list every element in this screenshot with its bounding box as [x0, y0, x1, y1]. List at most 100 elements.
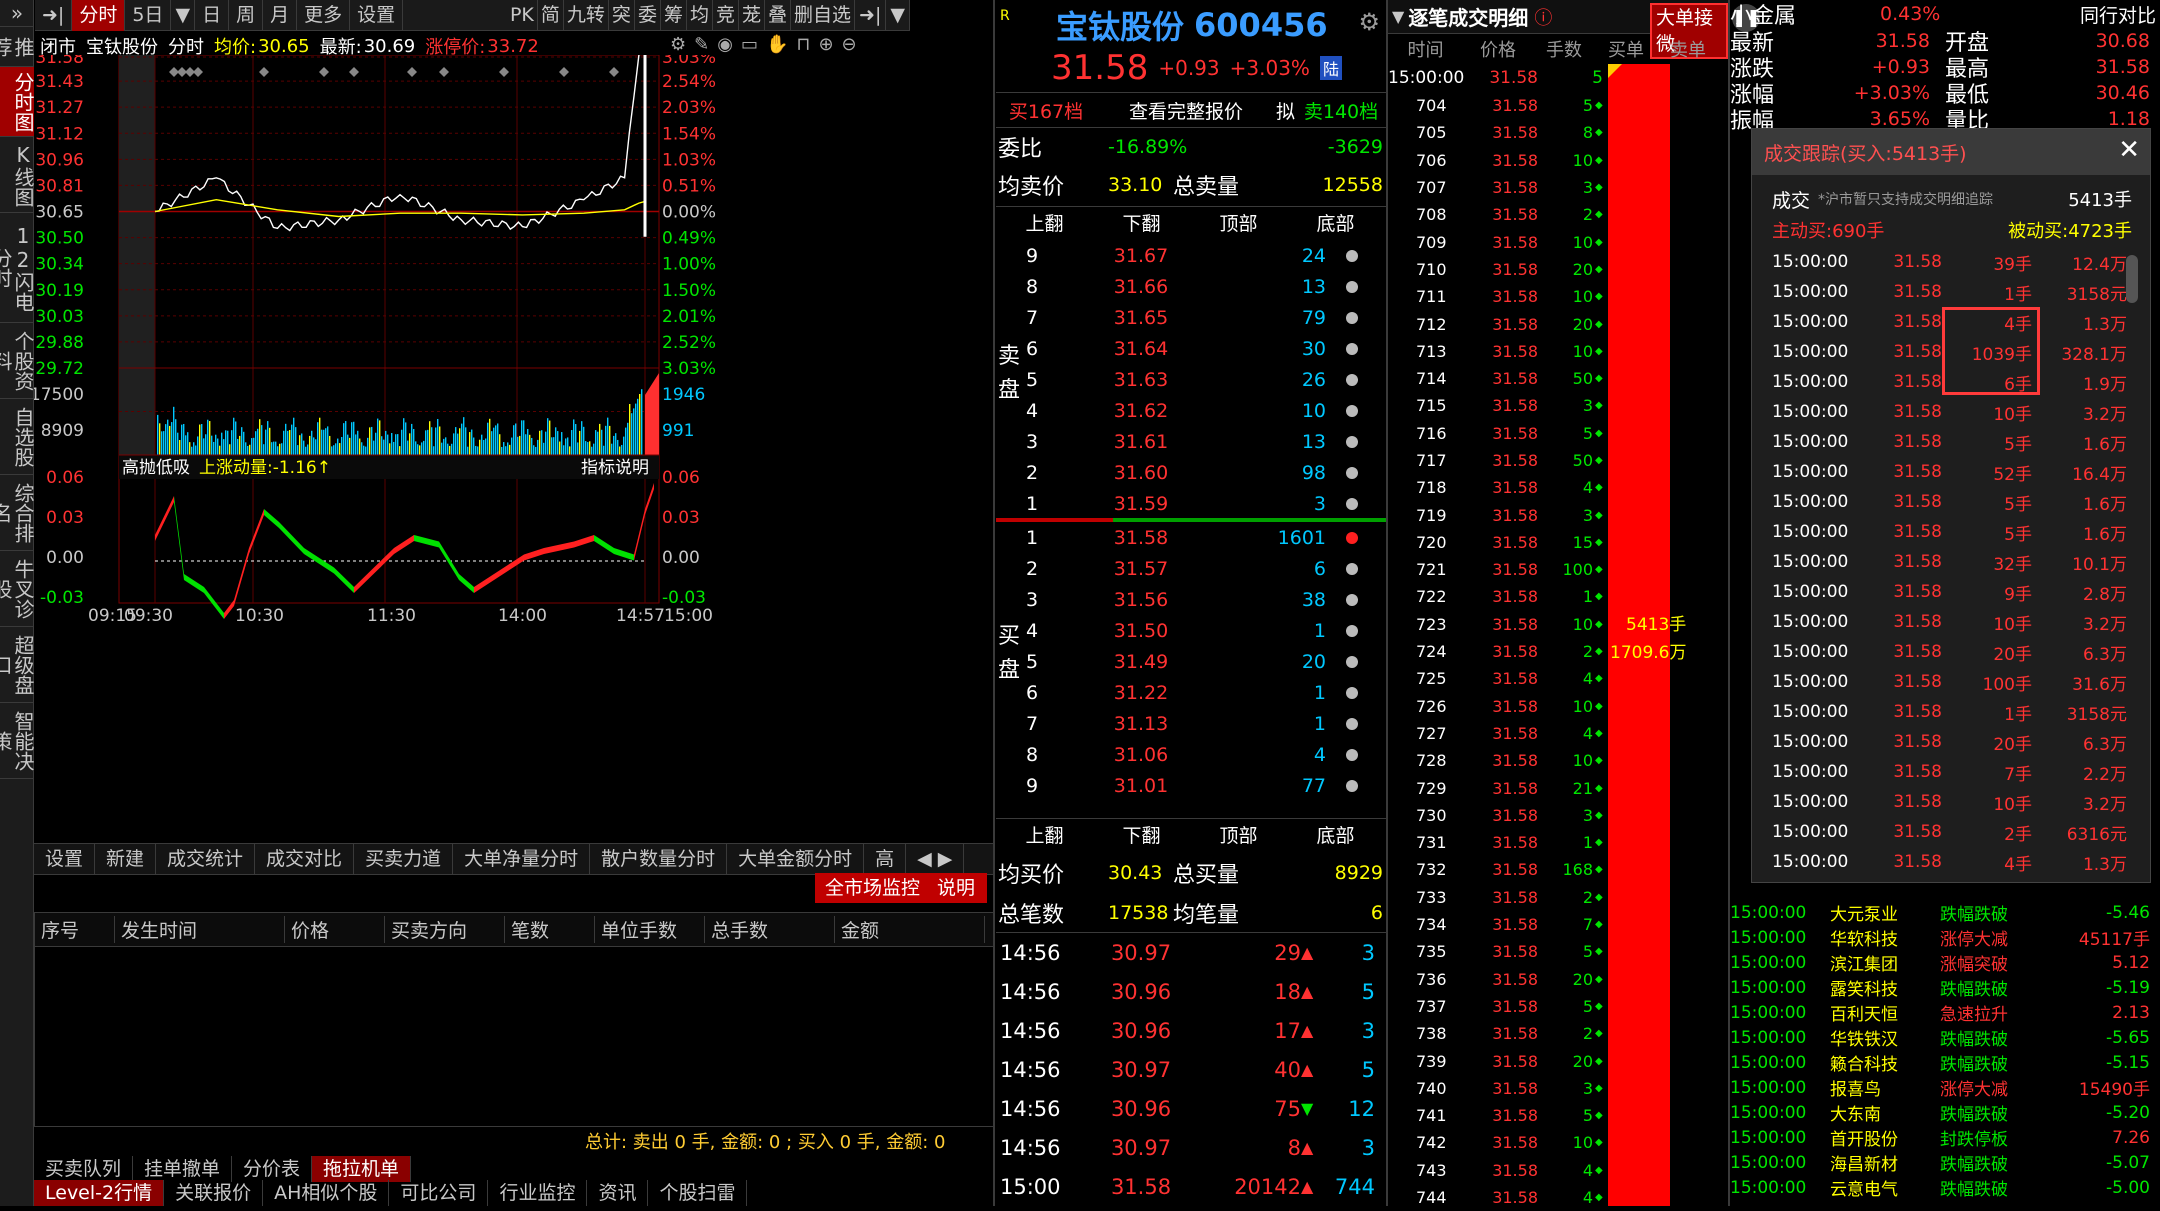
indicator-tool[interactable]: 设置 — [34, 844, 96, 874]
depth-nav-button[interactable]: 顶部 — [1190, 821, 1287, 848]
alert-stock[interactable]: 籁合科技 — [1830, 1050, 1940, 1075]
depth-dot-icon[interactable] — [1346, 686, 1358, 699]
indicator-tool[interactable]: 大单净量分时 — [453, 844, 591, 874]
toolbar-tool[interactable]: 竞 — [713, 0, 739, 31]
buy-depth-tab[interactable]: 买167档 — [996, 97, 1096, 124]
table-header[interactable]: 序号 — [35, 916, 115, 943]
toolbar-item[interactable]: 更多 — [297, 0, 351, 31]
alert-stock[interactable]: 滨江集团 — [1830, 950, 1940, 975]
toolbar-item[interactable]: 分时 — [72, 0, 126, 31]
sell-depth-tab[interactable]: 卖140档 — [1296, 97, 1386, 124]
zoom-in-icon[interactable]: ⊕ — [818, 34, 833, 55]
table-header[interactable]: 买卖方向 — [385, 916, 505, 943]
alert-row[interactable]: 15:00:00 报喜鸟 涨停大减 15490手 — [1730, 1075, 2160, 1101]
toolbar-item[interactable]: 月 — [263, 0, 298, 31]
alert-row[interactable]: 15:00:00 籁合科技 跌幅跌破 -5.15 — [1730, 1050, 2160, 1076]
hand-icon[interactable]: ✋ — [766, 34, 788, 55]
depth-dot-icon[interactable] — [1346, 748, 1358, 761]
indicator-tool[interactable]: 成交对比 — [255, 844, 355, 874]
alert-row[interactable]: 15:00:00 云意电气 跌幅跌破 -5.00 — [1730, 1175, 2160, 1201]
toolbar-item[interactable]: 设置 — [350, 0, 404, 31]
draw-icon[interactable]: ✎ — [694, 34, 709, 55]
depth-dot-icon[interactable] — [1346, 311, 1358, 324]
depth-dot-icon[interactable] — [1346, 593, 1358, 606]
lock-icon[interactable]: ⊓ — [796, 34, 810, 55]
toolbar-tool[interactable]: 均 — [687, 0, 713, 31]
indicator-tool[interactable]: 大单金额分时 — [727, 844, 865, 874]
sidebar-item[interactable]: 分时图 — [0, 67, 35, 137]
bottom-tab[interactable]: 资讯 — [587, 1180, 649, 1206]
toolbar-tool[interactable]: 委 — [635, 0, 661, 31]
table-header[interactable]: 金额 — [835, 916, 985, 943]
depth-dot-icon[interactable] — [1346, 497, 1358, 510]
alert-row[interactable]: 15:00:00 华软科技 涨停大减 45117手 — [1730, 925, 2160, 951]
table-header[interactable]: 总手数 — [705, 916, 835, 943]
info-icon[interactable]: ⓘ — [1534, 4, 1552, 30]
chevron-down-icon[interactable]: ▼ — [886, 0, 910, 31]
sidebar-item[interactable]: 自选股 — [0, 399, 35, 475]
toolbar-item[interactable]: 日 — [195, 0, 230, 31]
settings-icon[interactable]: ⚙ — [670, 34, 686, 55]
sidebar-item[interactable]: 推荐 — [0, 27, 35, 67]
close-icon[interactable]: ✕ — [2118, 135, 2140, 165]
quote-settings-icon[interactable]: ⚙ — [1358, 8, 1380, 36]
depth-dot-icon[interactable] — [1346, 655, 1358, 668]
sidebar-item[interactable]: 超级盘口 — [0, 627, 35, 703]
indicator-tool[interactable]: 成交统计 — [156, 844, 256, 874]
depth-dot-icon[interactable] — [1346, 466, 1358, 479]
sidebar-item[interactable]: 智能决策 — [0, 703, 35, 779]
full-quote-link[interactable]: 查看完整报价 — [1096, 97, 1276, 124]
depth-dot-icon[interactable] — [1346, 435, 1358, 448]
alert-stock[interactable]: 云意电气 — [1830, 1175, 1940, 1200]
depth-dot-icon[interactable] — [1346, 779, 1358, 792]
toolbar-item[interactable]: 5日 — [125, 0, 172, 31]
alert-stock[interactable]: 首开股份 — [1830, 1125, 1940, 1150]
alert-stock[interactable]: 海昌新材 — [1830, 1150, 1940, 1175]
depth-dot-icon[interactable] — [1346, 717, 1358, 730]
alert-row[interactable]: 15:00:00 华铁铁汉 跌幅跌破 -5.65 — [1730, 1025, 2160, 1051]
toolbar-next-icon[interactable]: ➜| — [855, 0, 887, 31]
bottom-tab[interactable]: 买卖队列 — [34, 1156, 134, 1182]
toolbar-toggle-icon[interactable]: ➜| — [35, 0, 73, 31]
sidebar-item[interactable]: 个股资料 — [0, 323, 35, 399]
bottom-tab[interactable]: 拖拉机单 — [312, 1156, 412, 1182]
sidebar-item[interactable]: 综合排名 — [0, 475, 35, 551]
bottom-tab[interactable]: 分价表 — [232, 1156, 313, 1182]
eye-icon[interactable]: ◉ — [717, 34, 733, 55]
alert-row[interactable]: 15:00:00 露笑科技 跌幅跌破 -5.19 — [1730, 975, 2160, 1001]
alert-row[interactable]: 15:00:00 大元泵业 跌幅跌破 -5.46 — [1730, 900, 2160, 926]
depth-nav-button[interactable]: 上翻 — [996, 209, 1093, 236]
bottom-tab[interactable]: AH相似个股 — [263, 1180, 390, 1206]
sidebar-item[interactable]: K线图 — [0, 137, 35, 213]
depth-dot-icon[interactable] — [1346, 562, 1358, 575]
depth-dot-icon[interactable] — [1346, 280, 1358, 293]
toolbar-item[interactable]: 周 — [229, 0, 264, 31]
market-monitor-button[interactable]: 全市场监控 — [815, 873, 931, 903]
detail-menu-icon[interactable]: ▼ — [1392, 7, 1404, 26]
explain-button[interactable]: 说明 — [925, 873, 988, 903]
zoom-out-icon[interactable]: ⊖ — [842, 34, 857, 55]
bottom-tab[interactable]: 行业监控 — [488, 1180, 588, 1206]
depth-dot-icon[interactable] — [1346, 249, 1358, 262]
alert-row[interactable]: 15:00:00 百利天恒 急速拉升 2.13 — [1730, 1000, 2160, 1026]
depth-dot-icon[interactable] — [1346, 342, 1358, 355]
alert-row[interactable]: 15:00:00 首开股份 封跌停板 7.26 — [1730, 1125, 2160, 1151]
alert-stock[interactable]: 露笑科技 — [1830, 975, 1940, 1000]
sidebar-collapse-icon[interactable]: » — [0, 0, 34, 27]
table-header[interactable]: 发生时间 — [115, 916, 285, 943]
alert-stock[interactable]: 华软科技 — [1830, 925, 1940, 950]
nav-arrows-icon[interactable]: ◀ ▶ — [906, 844, 965, 874]
toolbar-tool[interactable]: 筹 — [661, 0, 687, 31]
sim-label[interactable]: 拟 — [1276, 97, 1296, 124]
bottom-tab[interactable]: 个股扫雷 — [648, 1180, 748, 1206]
toolbar-tool[interactable]: 简 — [538, 0, 564, 31]
alert-stock[interactable]: 大元泵业 — [1830, 900, 1940, 925]
sidebar-item[interactable]: 牛叉诊股 — [0, 551, 35, 627]
bottom-tab[interactable]: 挂单撤单 — [133, 1156, 233, 1182]
indicator-tool[interactable]: 散户数量分时 — [590, 844, 728, 874]
alert-stock[interactable]: 报喜鸟 — [1830, 1075, 1940, 1100]
toolbar-tool[interactable]: 突 — [609, 0, 635, 31]
indicator-tool[interactable]: 买卖力道 — [354, 844, 454, 874]
intraday-chart[interactable]: 31.58 31.43 31.27 31.12 30.96 30.81 30.65 30.50… — [34, 55, 910, 845]
toolbar-tool[interactable]: 九转 — [564, 0, 609, 31]
